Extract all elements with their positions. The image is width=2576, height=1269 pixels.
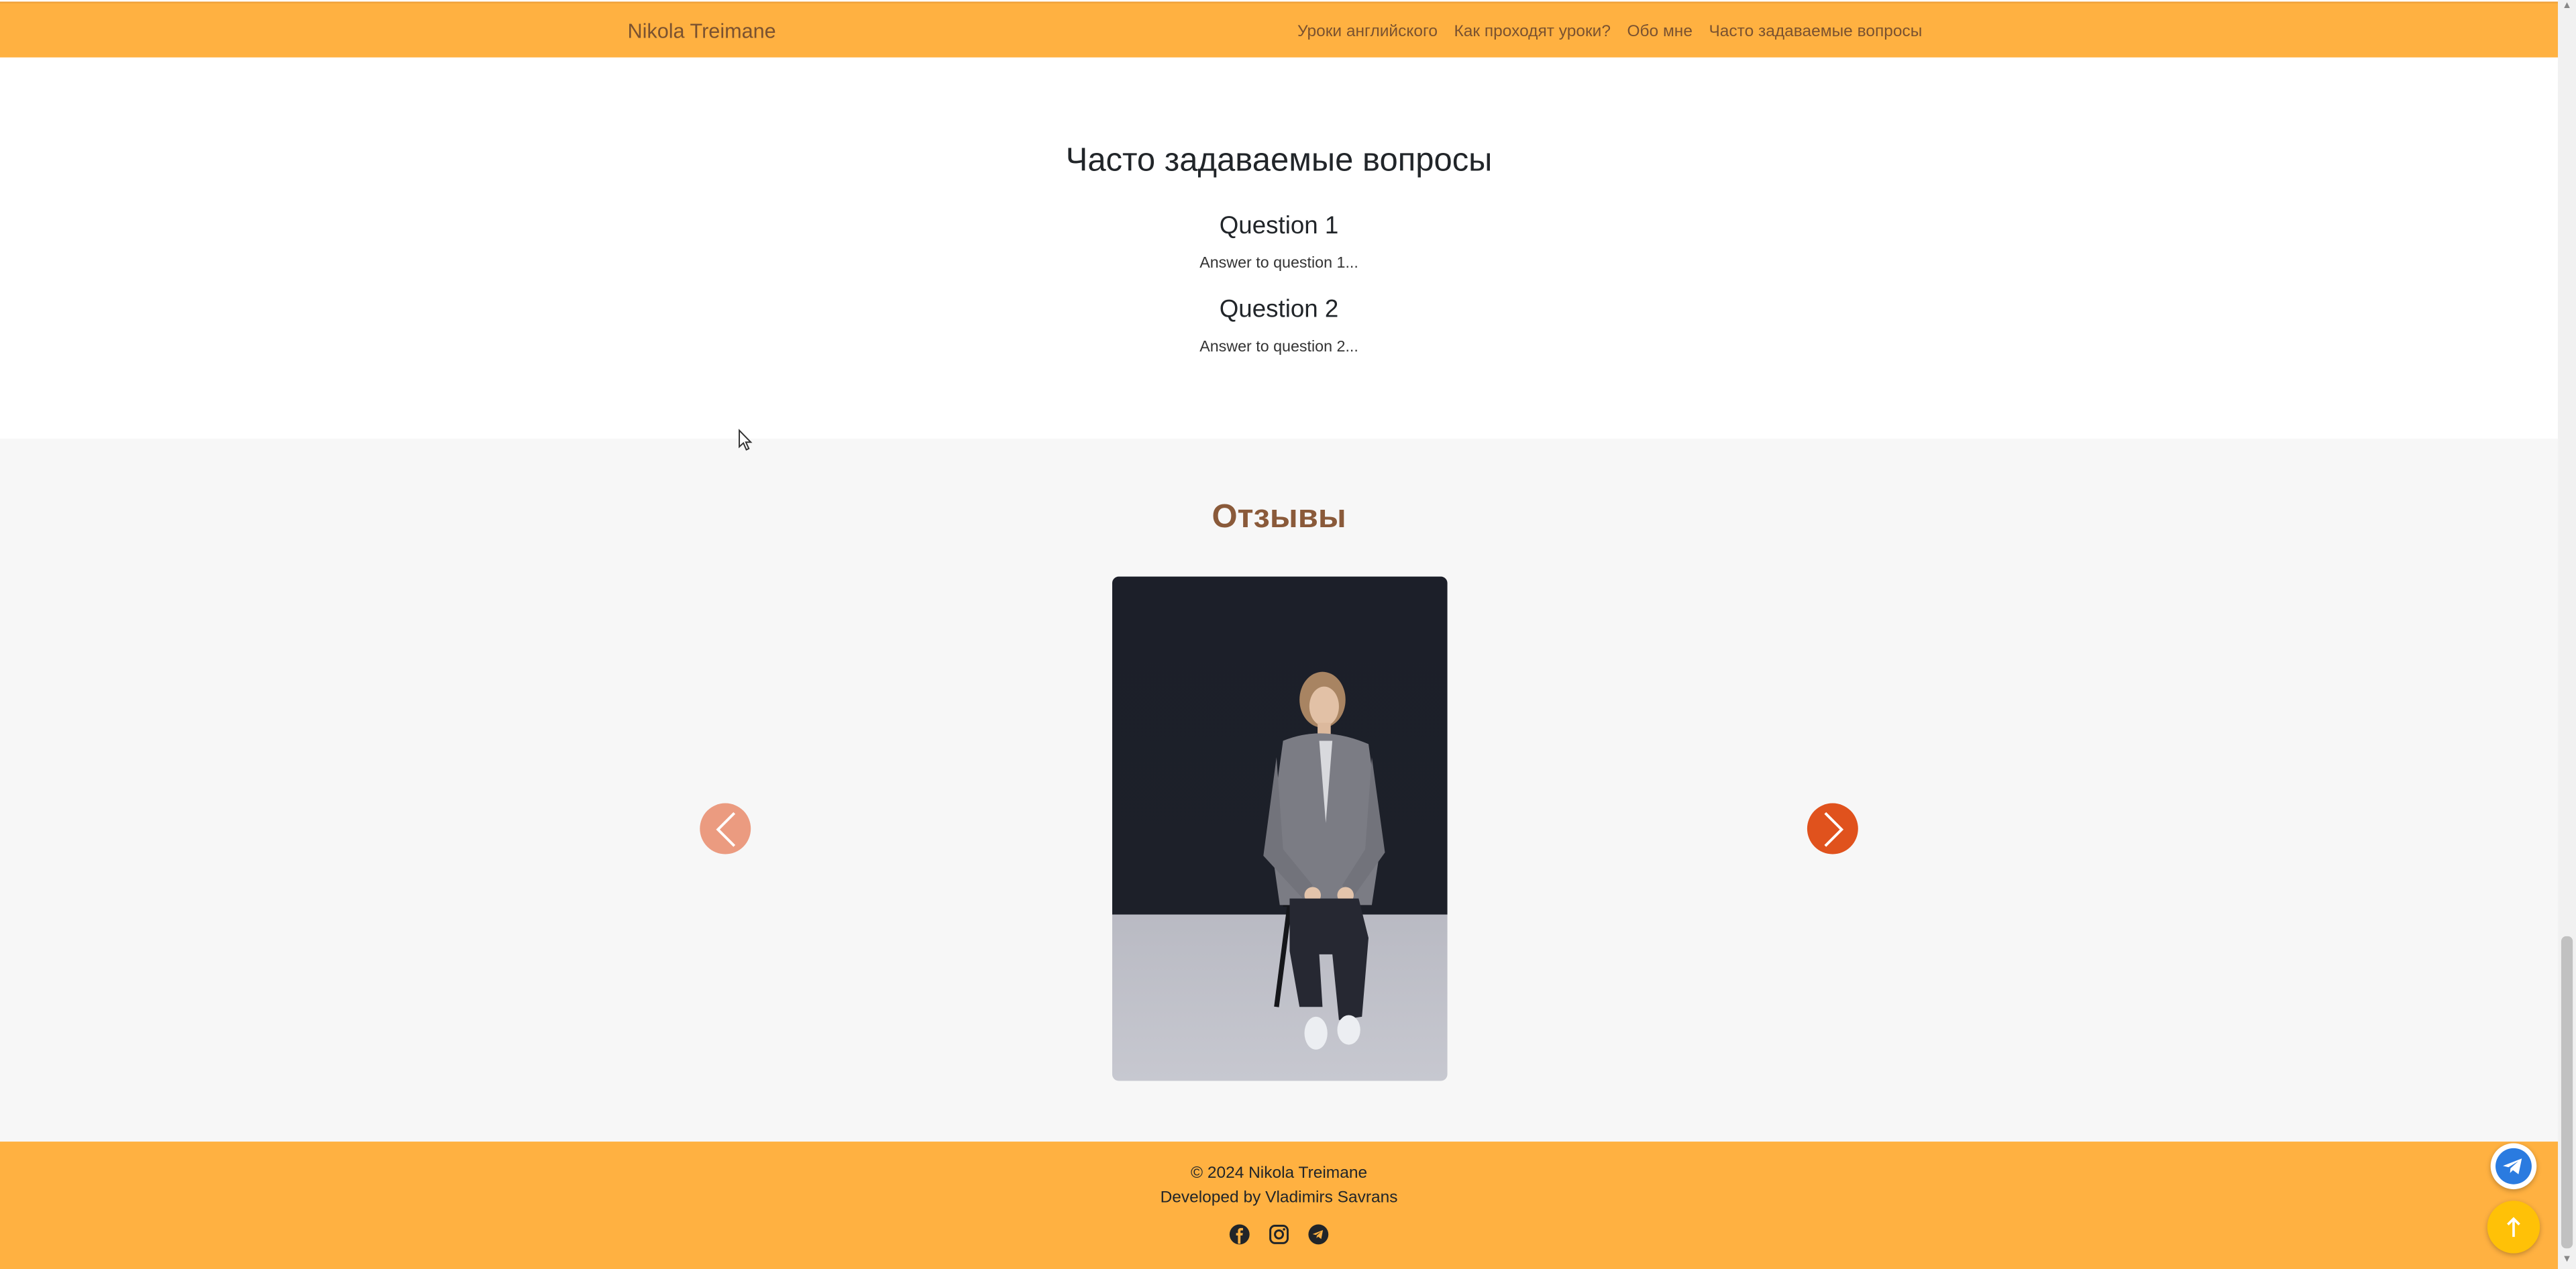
footer: © 2024 Nikola Treimane Developed by Vlad… <box>0 1142 2559 1269</box>
faq-answer: Answer to question 2... <box>1199 338 1358 357</box>
faq-section: Часто задаваемые вопросы Question 1 Answ… <box>0 57 2559 439</box>
scroll-to-top-button[interactable] <box>2487 1201 2540 1254</box>
carousel-next-button[interactable] <box>1807 803 1858 854</box>
faq-title: Часто задаваемые вопросы <box>1065 143 1493 179</box>
navbar: Nikola Treimane Уроки английского Как пр… <box>0 1 2559 58</box>
reviews-section: Отзывы <box>0 438 2559 1142</box>
scrollbar-thumb[interactable] <box>2561 936 2573 1249</box>
scroll-up-arrow-icon[interactable]: ▲ <box>2561 1 2573 13</box>
nav-links: Уроки английского Как проходят уроки? Об… <box>1297 23 1922 41</box>
carousel-prev-button[interactable] <box>700 803 751 854</box>
page-scrollbar[interactable]: ▲ ▼ <box>2558 0 2576 1269</box>
review-photo <box>1112 576 1448 1081</box>
chevron-left-icon <box>715 811 735 846</box>
nav-link-about-me[interactable]: Обо мне <box>1627 23 1693 41</box>
faq-question: Question 2 <box>1219 295 1339 324</box>
mouse-cursor-icon <box>739 429 753 451</box>
chevron-right-icon <box>1823 811 1843 846</box>
nav-link-english-lessons[interactable]: Уроки английского <box>1297 23 1438 41</box>
reviews-title: Отзывы <box>1212 499 1346 536</box>
faq-answer: Answer to question 1... <box>1199 254 1358 273</box>
nav-link-faq[interactable]: Часто задаваемые вопросы <box>1709 23 1922 41</box>
faq-question: Question 1 <box>1219 211 1339 240</box>
nav-link-how-lessons-go[interactable]: Как проходят уроки? <box>1454 23 1610 41</box>
woman-photo-image <box>1263 671 1385 1050</box>
telegram-icon <box>2496 1148 2532 1184</box>
footer-socials <box>0 1224 2558 1246</box>
telegram-chat-button[interactable] <box>2490 1143 2537 1190</box>
footer-copyright: © 2024 Nikola Treimane <box>1190 1164 1368 1183</box>
instagram-icon[interactable] <box>1269 1224 1290 1246</box>
arrow-up-icon <box>2507 1217 2520 1237</box>
scroll-down-arrow-icon[interactable]: ▼ <box>2561 1255 2573 1266</box>
page: Nikola Treimane Уроки английского Как пр… <box>0 0 2559 1269</box>
footer-developer-credit: Developed by Vladimirs Savrans <box>1160 1189 1398 1208</box>
brand-link[interactable]: Nikola Treimane <box>628 19 776 42</box>
telegram-icon[interactable] <box>1307 1224 1329 1246</box>
facebook-icon[interactable] <box>1229 1224 1250 1246</box>
